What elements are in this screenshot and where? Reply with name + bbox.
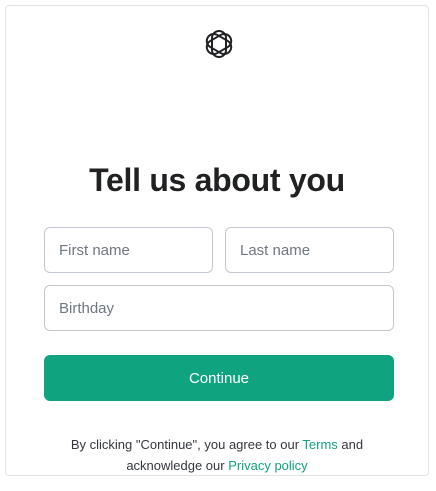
legal-middle: and <box>337 437 364 452</box>
signup-card: Tell us about you Continue By clicking "… <box>5 5 429 476</box>
page-title: Tell us about you <box>89 162 345 198</box>
last-name-input[interactable] <box>225 227 394 273</box>
legal-text: By clicking "Continue", you agree to our… <box>6 434 428 476</box>
first-name-input[interactable] <box>44 227 213 273</box>
birthday-input[interactable] <box>44 285 394 331</box>
openai-logo-icon <box>205 30 233 58</box>
terms-link[interactable]: Terms <box>302 437 337 452</box>
legal-prefix: By clicking "Continue", you agree to our <box>70 437 303 452</box>
continue-button[interactable]: Continue <box>44 355 394 401</box>
privacy-policy-link[interactable]: Privacy policy <box>228 458 307 473</box>
legal-line2-prefix: acknowledge our <box>126 458 229 473</box>
